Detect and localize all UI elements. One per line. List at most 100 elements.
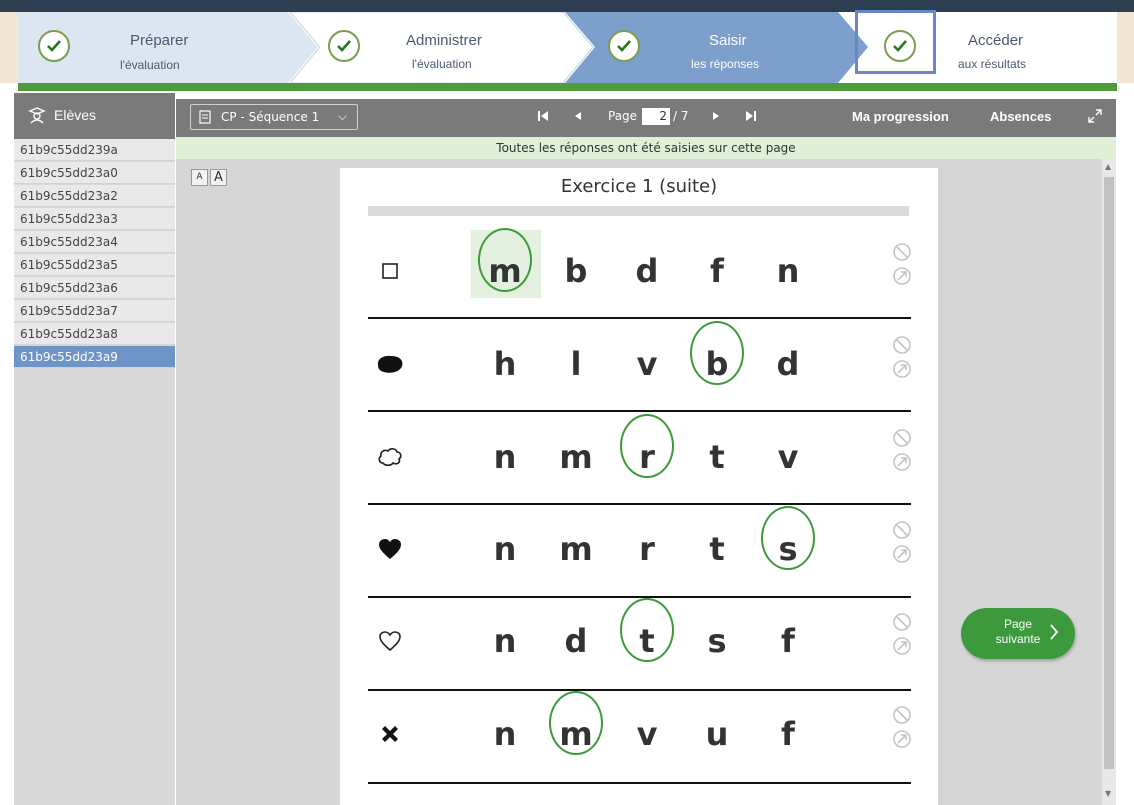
letter-option[interactable]: t [612, 598, 682, 684]
not-answered-icon[interactable] [892, 705, 914, 725]
row-actions [892, 335, 914, 395]
step-subtitle: aux résultats [958, 57, 1027, 71]
letter-option[interactable]: r [612, 414, 682, 500]
letter-option[interactable]: f [753, 598, 823, 684]
letter-text: f [781, 622, 795, 660]
focus-highlight-box [855, 10, 936, 74]
next-page-label-2: suivante [995, 632, 1041, 646]
student-item[interactable]: 61b9c55dd23a8 [14, 323, 175, 345]
not-answered-icon[interactable] [892, 335, 914, 355]
letter-option[interactable]: r [612, 506, 682, 592]
letter-option[interactable]: d [541, 598, 611, 684]
letter-option[interactable]: m [541, 506, 611, 592]
heart-filled-icon [370, 506, 410, 592]
exercise-row: hlvbd [340, 321, 938, 415]
chevron-right-icon [1049, 622, 1059, 646]
row-actions [892, 428, 914, 488]
letter-option[interactable]: t [682, 506, 752, 592]
letter-option[interactable]: d [753, 321, 823, 407]
student-item[interactable]: 61b9c55dd239a [14, 139, 175, 161]
letter-option[interactable]: f [753, 691, 823, 777]
student-item[interactable]: 61b9c55dd23a2 [14, 185, 175, 207]
cloud-icon [370, 414, 410, 500]
my-progress-link[interactable]: Ma progression [852, 109, 949, 124]
letter-option[interactable]: l [541, 321, 611, 407]
letter-option[interactable]: n [470, 691, 540, 777]
scrollbar[interactable]: ▲ ▼ [1102, 159, 1116, 805]
student-item[interactable]: 61b9c55dd23a7 [14, 300, 175, 322]
next-page-icon[interactable] [712, 110, 720, 126]
letter-option[interactable]: m [541, 691, 611, 777]
toolbar: CP - Séquence 1 ⌵ Page 2 / 7 Ma progress… [176, 99, 1116, 137]
heart-outline-icon [370, 598, 410, 684]
step-title: Administrer [406, 32, 482, 49]
letter-option[interactable]: n [470, 598, 540, 684]
first-page-icon[interactable] [538, 110, 548, 126]
letter-option[interactable]: d [612, 228, 682, 314]
row-actions [892, 242, 914, 302]
other-answer-icon[interactable] [892, 266, 914, 286]
letter-text: m [559, 438, 593, 476]
letter-option[interactable]: v [612, 691, 682, 777]
letter-option[interactable]: s [753, 506, 823, 592]
letter-option[interactable]: m [541, 414, 611, 500]
page-input[interactable]: 2 [642, 108, 670, 125]
absences-link[interactable]: Absences [990, 109, 1051, 124]
letter-option[interactable]: n [470, 506, 540, 592]
letter-option[interactable]: s [682, 598, 752, 684]
letter-option[interactable]: n [753, 228, 823, 314]
step-enter-answers[interactable]: Saisir les réponses [578, 12, 850, 83]
letter-option[interactable]: v [612, 321, 682, 407]
letter-text: n [493, 438, 517, 476]
letter-option[interactable]: v [753, 414, 823, 500]
letter-option[interactable]: b [541, 228, 611, 314]
letter-text: m [559, 530, 593, 568]
letter-text: n [493, 530, 517, 568]
letter-text: v [636, 345, 658, 383]
letter-option[interactable]: h [470, 321, 540, 407]
other-answer-icon[interactable] [892, 729, 914, 749]
other-answer-icon[interactable] [892, 359, 914, 379]
other-answer-icon[interactable] [892, 636, 914, 656]
letter-option[interactable]: b [682, 321, 752, 407]
scrollbar-thumb[interactable] [1104, 177, 1114, 769]
letter-option[interactable]: t [682, 414, 752, 500]
sequence-select[interactable]: CP - Séquence 1 ⌵ [190, 104, 358, 130]
exercise-row: nmvuf [340, 691, 938, 785]
not-answered-icon[interactable] [892, 242, 914, 262]
previous-page-icon[interactable] [574, 110, 582, 126]
letter-option[interactable]: u [682, 691, 752, 777]
student-icon [28, 106, 46, 128]
not-answered-icon[interactable] [892, 428, 914, 448]
scroll-down-icon[interactable]: ▼ [1105, 789, 1111, 798]
expand-icon[interactable] [1088, 109, 1102, 126]
last-page-icon[interactable] [746, 110, 756, 126]
other-answer-icon[interactable] [892, 452, 914, 472]
other-answer-icon[interactable] [892, 544, 914, 564]
next-page-button[interactable]: Page suivante [961, 608, 1075, 659]
letter-text: d [776, 345, 800, 383]
letter-option[interactable]: m [470, 228, 541, 314]
exercise-row: n mrtv [340, 414, 938, 508]
chevron-down-icon: ⌵ [337, 109, 347, 123]
blob-icon [370, 321, 410, 407]
student-item[interactable]: 61b9c55dd23a3 [14, 208, 175, 230]
step-administer[interactable]: Administrer l'évaluation [298, 12, 570, 83]
step-prepare[interactable]: Préparer l'évaluation [18, 12, 290, 83]
student-item[interactable]: 61b9c55dd23a5 [14, 254, 175, 276]
row-actions [892, 612, 914, 672]
letter-text: t [709, 438, 725, 476]
letter-option[interactable]: n [470, 414, 540, 500]
letter-option[interactable]: f [682, 228, 752, 314]
student-item[interactable]: 61b9c55dd23a4 [14, 231, 175, 253]
letter-text: s [707, 622, 727, 660]
font-decrease-button[interactable]: A [191, 169, 208, 186]
letter-text: m [559, 715, 593, 753]
student-item[interactable]: 61b9c55dd23a9 [14, 346, 175, 368]
scroll-up-icon[interactable]: ▲ [1105, 162, 1111, 171]
student-item[interactable]: 61b9c55dd23a0 [14, 162, 175, 184]
not-answered-icon[interactable] [892, 520, 914, 540]
student-item[interactable]: 61b9c55dd23a6 [14, 277, 175, 299]
not-answered-icon[interactable] [892, 612, 914, 632]
font-increase-button[interactable]: A [210, 169, 227, 186]
